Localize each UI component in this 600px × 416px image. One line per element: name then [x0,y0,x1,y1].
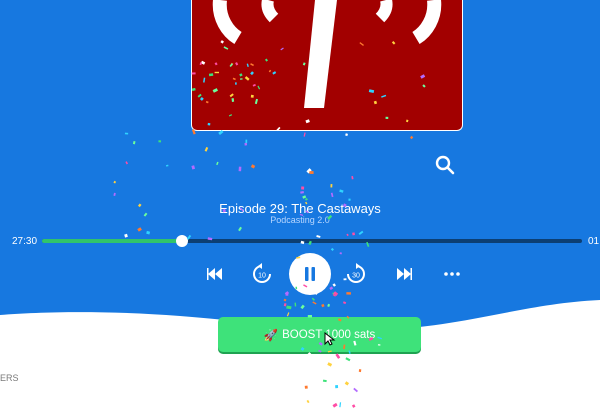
section-label: ERS [0,373,19,383]
more-options-button[interactable] [441,263,463,285]
episode-artwork [191,0,463,131]
more-icon [444,272,460,276]
forward-30-icon: 30 [347,263,365,283]
progress-slider[interactable] [42,235,582,247]
search-icon [435,155,455,175]
skip-previous-button[interactable] [204,263,226,285]
replay-10-icon: 10 [253,263,271,283]
cursor-icon [324,332,336,346]
episode-title: Episode 29: The Castaways [219,201,381,216]
elapsed-time: 27:30 [12,236,38,247]
skip-next-button[interactable] [393,263,415,285]
progress-fill [42,239,183,243]
replay-button[interactable]: 10 [251,263,273,285]
forward-button[interactable]: 30 [345,263,367,285]
search-button[interactable] [434,154,456,176]
replay-seconds: 10 [258,273,266,280]
podcast-name[interactable]: Podcasting 2.0 [0,215,600,225]
pause-icon [305,267,315,281]
rocket-icon: 🚀 [263,329,279,342]
skip-previous-icon [207,268,222,280]
boost-button[interactable]: 🚀 BOOST 1000 sats [218,317,421,352]
skip-next-icon [397,268,412,280]
artwork-logo [212,0,442,108]
forward-seconds: 30 [352,273,360,280]
remaining-time: 01 [588,236,600,247]
pause-button[interactable] [289,253,331,295]
